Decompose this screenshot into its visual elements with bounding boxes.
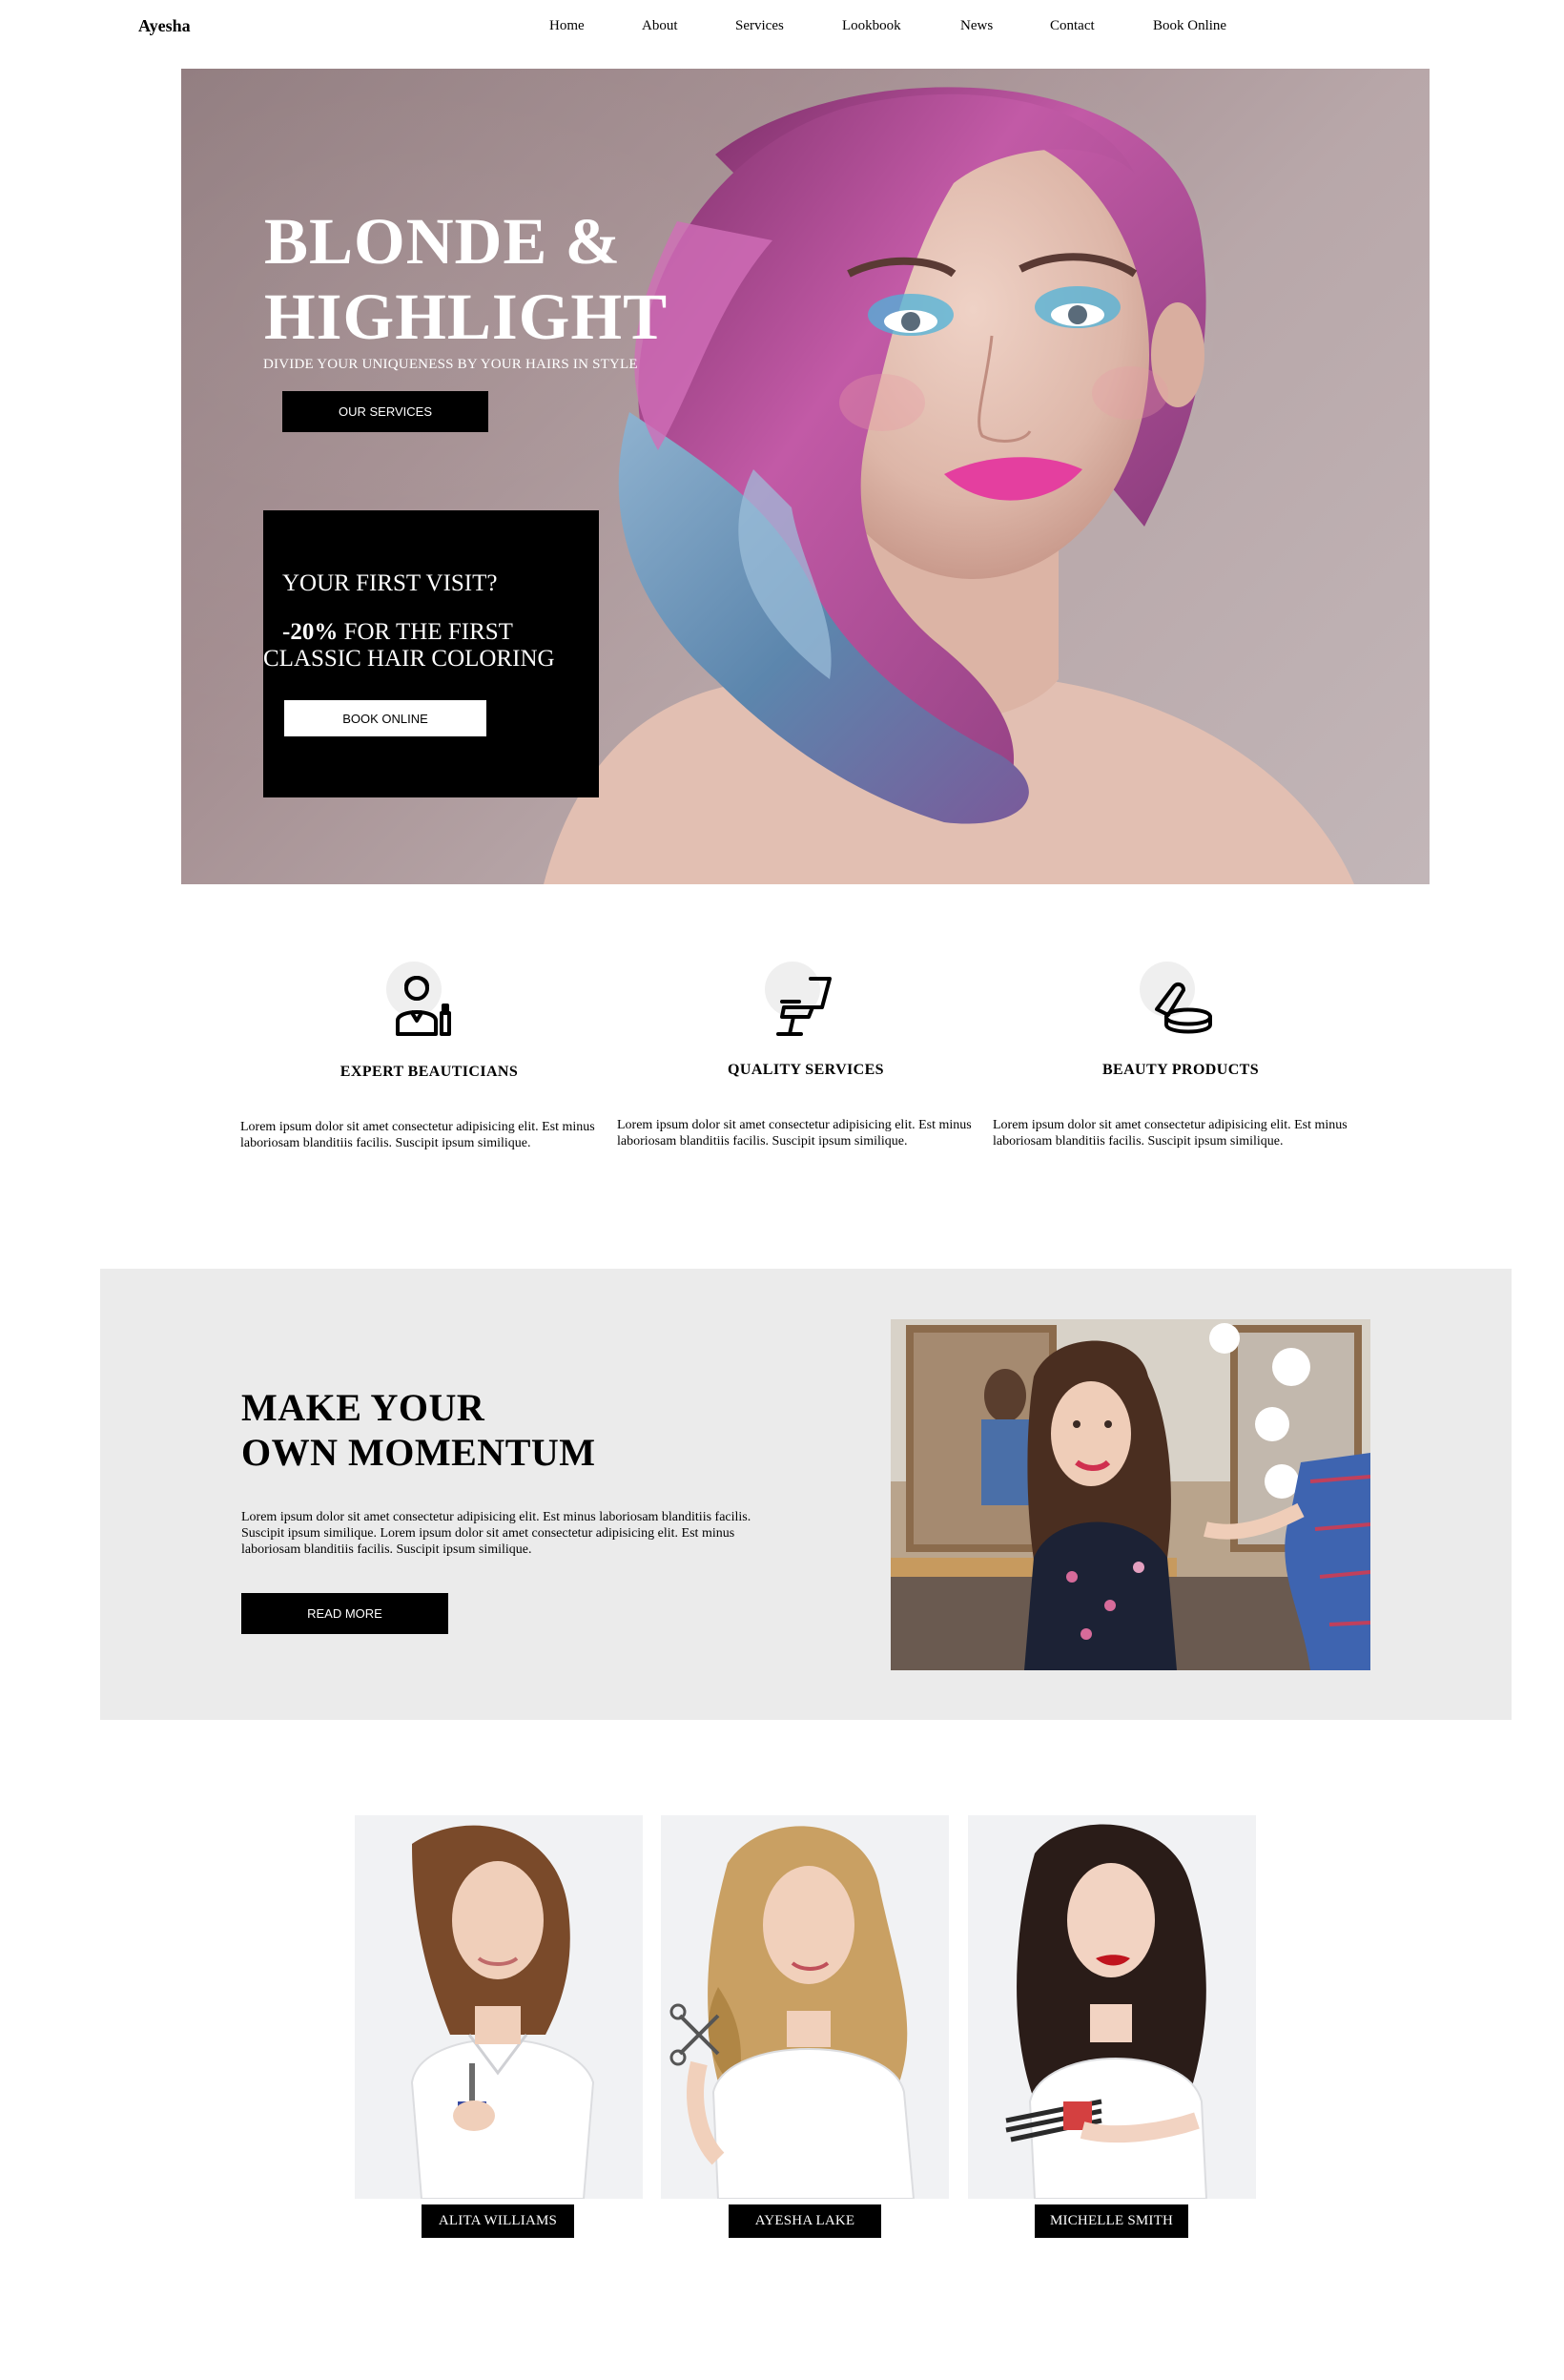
team-photo-2: [661, 1815, 949, 2199]
hero-subtitle: DIVIDE YOUR UNIQUENESS BY YOUR HAIRS IN …: [263, 357, 638, 372]
momentum-title-line2: OWN MOMENTUM: [241, 1431, 596, 1474]
beauty-products-icon: [1155, 982, 1212, 1034]
feature-1-text: Lorem ipsum dolor sit amet consectetur a…: [240, 1120, 595, 1150]
hero-title: BLONDE & HIGHLIGHT: [264, 204, 760, 355]
team-name-3: MICHELLE SMITH: [1035, 2204, 1188, 2238]
nav-about[interactable]: About: [642, 16, 678, 35]
nav-news[interactable]: News: [960, 16, 993, 35]
feature-2-title: QUALITY SERVICES: [728, 1062, 884, 1078]
nav-lookbook[interactable]: Lookbook: [842, 16, 901, 35]
feature-2-icon-wrap: [765, 962, 832, 1038]
promo-question: YOUR FIRST VISIT?: [282, 570, 498, 596]
salon-photo: [891, 1319, 1370, 1670]
team-card-2: [661, 1815, 949, 2199]
promo-discount-line: -20% FOR THE FIRST: [282, 619, 513, 646]
feature-3-icon-wrap: [1140, 962, 1212, 1038]
team-card-3: [968, 1815, 1256, 2199]
promo-discount: -20%: [282, 619, 339, 645]
book-online-button[interactable]: BOOK ONLINE: [284, 700, 486, 736]
promo-line2: CLASSIC HAIR COLORING: [263, 646, 555, 672]
feature-1-title: EXPERT BEAUTICIANS: [340, 1064, 519, 1080]
hero-title-line2: HIGHLIGHT: [264, 280, 669, 353]
read-more-button[interactable]: READ MORE: [241, 1593, 448, 1634]
hero-banner: BLONDE & HIGHLIGHT DIVIDE YOUR UNIQUENES…: [181, 69, 1430, 884]
feature-1-icon-wrap: [386, 962, 453, 1038]
nav-home[interactable]: Home: [549, 16, 585, 35]
momentum-title: MAKE YOUR OWN MOMENTUM: [241, 1385, 596, 1475]
site-logo[interactable]: Ayesha: [138, 15, 191, 36]
first-visit-promo: YOUR FIRST VISIT? -20% FOR THE FIRST CLA…: [263, 510, 599, 797]
salon-chair-icon: [776, 977, 832, 1036]
feature-3-title: BEAUTY PRODUCTS: [1101, 1062, 1260, 1078]
nav-book-online[interactable]: Book Online: [1153, 16, 1226, 35]
beautician-icon: [396, 976, 451, 1036]
momentum-section: MAKE YOUR OWN MOMENTUM Lorem ipsum dolor…: [100, 1269, 1512, 1720]
momentum-text: Lorem ipsum dolor sit amet consectetur a…: [241, 1510, 751, 1557]
hero-title-line1: BLONDE &: [264, 205, 622, 278]
feature-2-text: Lorem ipsum dolor sit amet consectetur a…: [617, 1118, 972, 1149]
team-photo-1: [355, 1815, 643, 2199]
team-name-2: AYESHA LAKE: [729, 2204, 881, 2238]
team-card-1: [355, 1815, 643, 2199]
promo-line1-rest: FOR THE FIRST: [338, 619, 513, 645]
nav-services[interactable]: Services: [735, 16, 784, 35]
nav-contact[interactable]: Contact: [1050, 16, 1095, 35]
team-name-1: ALITA WILLIAMS: [422, 2204, 574, 2238]
feature-3-text: Lorem ipsum dolor sit amet consectetur a…: [993, 1118, 1348, 1149]
team-photo-3: [968, 1815, 1256, 2199]
momentum-title-line1: MAKE YOUR: [241, 1386, 485, 1429]
our-services-button[interactable]: OUR SERVICES: [282, 391, 488, 432]
